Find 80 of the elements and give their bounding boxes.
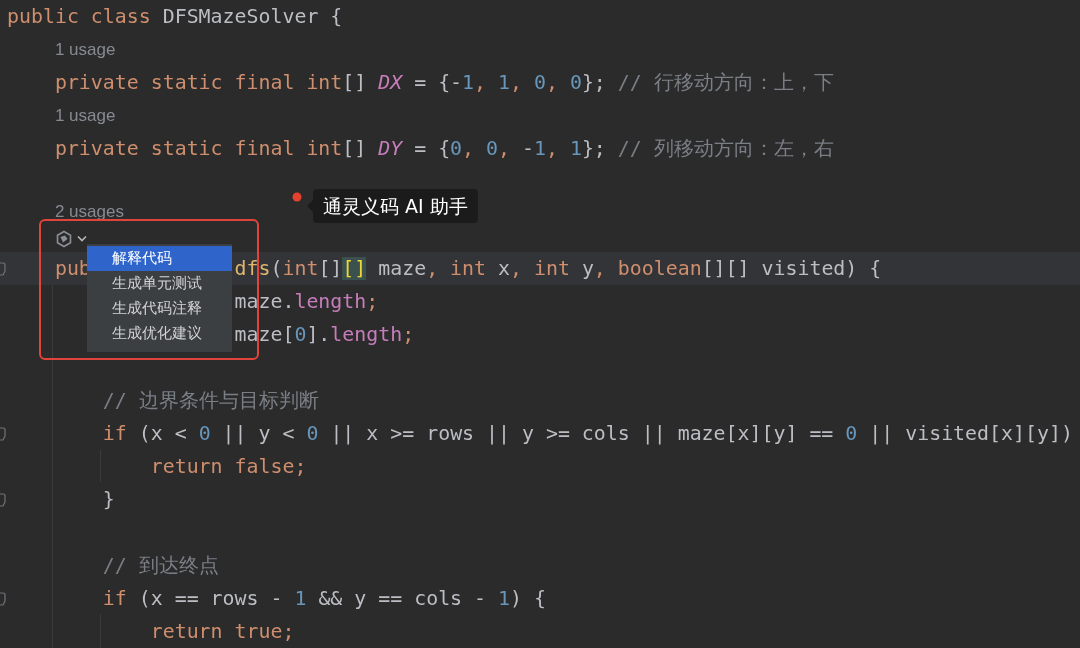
code-text: maze [377,257,427,280]
code-keyword: , boolean [593,257,702,280]
code-number: 0 [198,422,211,445]
code-number: 0 [533,71,546,94]
code-keyword: , [510,71,523,94]
code-number: 1 [498,71,510,94]
code-text: ]. [306,323,331,346]
code-keyword: public class [7,5,151,28]
code-keyword: , [545,137,559,160]
menu-item[interactable]: 生成代码注释 [87,296,232,321]
code-comment: // 列移动方向：左，右 [617,136,834,162]
code-number: 0 [294,323,307,346]
code-comment: // 边界条件与目标判断 [101,388,319,414]
fold-icon[interactable] [0,493,6,507]
code-number: 0 [569,71,582,94]
code-text: || x >= rows || y >= cols || maze[x][y] == [329,422,835,445]
code-comment: // 行移动方向：上，下 [617,70,834,96]
menu-item[interactable]: 生成单元测试 [87,271,232,296]
code-keyword: if [101,587,127,610]
code-keyword: , int [426,257,488,280]
usage-hint[interactable]: 1 usage [54,105,116,126]
code-number: 1 [498,587,510,610]
code-number: 1 [533,137,546,160]
code-text: && y == cols - [317,587,488,610]
usage-hint[interactable]: 2 usages [54,201,124,222]
chevron-down-icon[interactable] [76,235,87,242]
code-text: [] [318,257,343,280]
code-text: ( [270,257,283,280]
code-number: 0 [306,422,319,445]
code-constant: DY [378,137,403,160]
code-number: 0 [450,137,463,160]
code-field: length [294,290,367,313]
fold-icon[interactable] [0,427,6,441]
code-keyword: return true; [149,620,295,643]
code-keyword: private static final int [53,71,343,94]
code-keyword: if [101,422,127,445]
code-text: (x == rows - [137,587,284,610]
code-number: 1 [462,71,475,94]
code-text: || visited[x][y]) [868,422,1073,445]
notification-dot [292,192,302,202]
code-keyword: , int [510,257,571,280]
code-text: y [581,257,594,280]
code-text: [][] visited) { [701,257,882,280]
code-number: 0 [486,137,499,160]
code-text: }; [581,137,607,160]
code-text: || y < [221,422,296,445]
code-keyword: private static final int [53,137,343,160]
code-text: = {- [413,71,463,94]
code-keyword: ; [402,323,415,346]
fold-icon[interactable] [0,262,6,276]
ai-assistant-tooltip: 通灵义码 AI 助手 [313,189,478,223]
code-comment: // 到达终点 [101,553,219,579]
code-field: length [330,323,403,346]
code-keyword: , [545,71,559,94]
code-text: }; [581,71,607,94]
code-text: } [101,488,115,511]
code-text: - [522,137,534,160]
code-keyword: ; [366,290,379,313]
code-text: x [498,257,510,280]
code-number: 0 [845,422,858,445]
code-keyword: , [498,137,511,160]
matched-bracket: [] [342,257,367,280]
code-text: ) { [510,587,546,610]
code-number: 1 [294,587,307,610]
ai-assistant-icon[interactable] [54,229,73,248]
menu-item[interactable]: 生成优化建议 [87,321,232,346]
code-number: 1 [569,137,582,160]
code-keyword: , [462,137,476,160]
code-text: DFSMazeSolver { [161,5,343,28]
code-constant: DX [378,71,403,94]
code-text: (x < [137,422,188,445]
code-text: [] [342,137,368,160]
code-keyword: return false; [149,455,307,478]
usage-hint[interactable]: 1 usage [54,39,116,60]
fold-icon[interactable] [0,592,6,606]
code-keyword: , [474,71,488,94]
code-keyword: int [282,257,319,280]
menu-item[interactable]: 解释代码 [87,246,232,271]
code-text: = { [413,137,451,160]
code-text: [] [342,71,368,94]
